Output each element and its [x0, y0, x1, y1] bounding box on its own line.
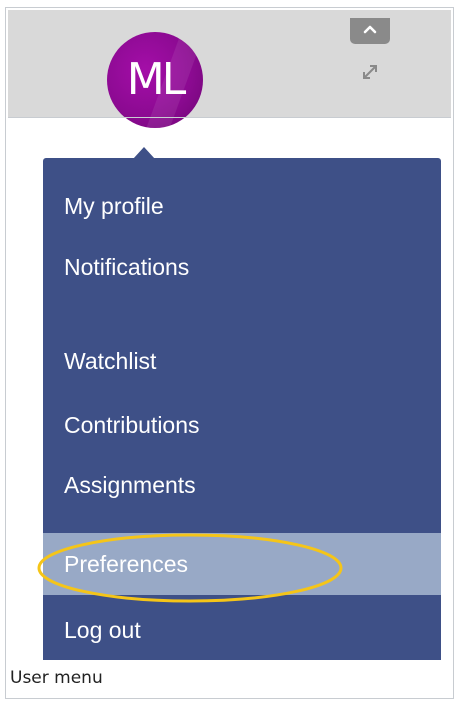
menu-item-preferences[interactable]: Preferences — [43, 533, 441, 595]
menu-item-contributions[interactable]: Contributions — [43, 403, 441, 447]
menu-item-watchlist[interactable]: Watchlist — [43, 339, 441, 383]
figure-caption: User menu — [10, 668, 103, 688]
user-menu-dropdown: My profile Notifications Watchlist Contr… — [43, 158, 441, 660]
menu-item-my-profile[interactable]: My profile — [43, 184, 441, 228]
chevron-up-icon — [363, 25, 377, 34]
expand-arrows-icon[interactable] — [361, 63, 379, 81]
menu-item-assignments[interactable]: Assignments — [43, 463, 441, 501]
header-separator — [8, 117, 451, 118]
avatar-initials: ML — [126, 54, 186, 105]
menu-item-notifications[interactable]: Notifications — [43, 245, 441, 289]
avatar[interactable]: ML — [107, 32, 203, 128]
menu-item-log-out[interactable]: Log out — [43, 608, 441, 652]
collapse-button[interactable] — [350, 18, 390, 44]
